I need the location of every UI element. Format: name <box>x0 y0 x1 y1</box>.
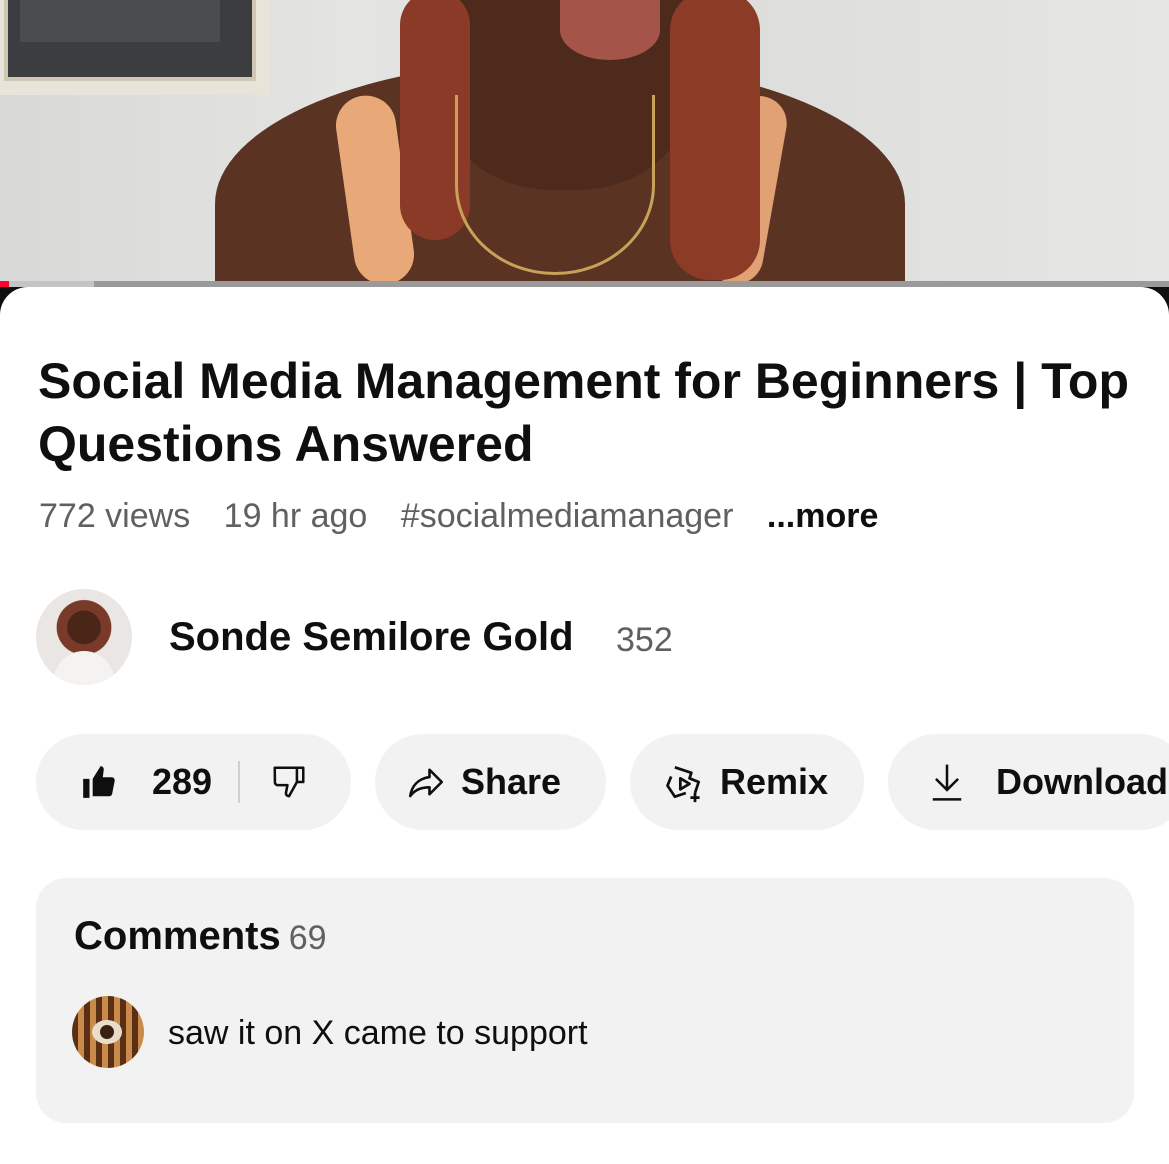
remix-icon <box>666 766 701 803</box>
video-frame-lips <box>560 0 660 60</box>
thumbs-down-icon <box>273 766 305 798</box>
like-button[interactable]: 289 <box>36 734 212 830</box>
like-divider <box>238 761 241 803</box>
remix-label: Remix <box>720 761 829 802</box>
commenter-avatar[interactable] <box>72 996 144 1068</box>
more-button[interactable]: ...more <box>767 497 878 535</box>
like-dislike-pill: 289 <box>36 734 351 830</box>
thumbs-up-filled-icon <box>83 766 115 798</box>
eye-icon <box>92 1020 122 1044</box>
like-count: 289 <box>152 761 213 802</box>
download-button[interactable]: Download <box>888 734 1169 830</box>
video-frame-hair-right <box>670 0 760 280</box>
video-frame-mirror <box>0 0 270 95</box>
upload-age: 19 hr ago <box>223 497 368 535</box>
view-count: 772 views <box>39 497 191 535</box>
subscriber-count: 352 <box>616 621 673 659</box>
video-metadata[interactable]: 772 views 19 hr ago #socialmediamanager … <box>39 497 902 536</box>
comments-header: Comments 69 <box>74 914 327 959</box>
remix-button[interactable]: Remix <box>630 734 864 830</box>
comments-count: 69 <box>288 919 327 957</box>
download-icon <box>932 764 962 801</box>
channel-row[interactable]: Sonde Semilore Gold 352 <box>36 589 836 686</box>
video-title[interactable]: Social Media Management for Beginners | … <box>38 350 1138 476</box>
action-bar: 289 Share Remix Download <box>36 734 1169 830</box>
channel-name[interactable]: Sonde Semilore Gold <box>169 615 574 660</box>
top-comment-text: saw it on X came to support <box>168 1014 588 1052</box>
video-player[interactable] <box>0 0 1169 287</box>
hashtag-link[interactable]: #socialmediamanager <box>401 497 734 535</box>
comments-panel[interactable]: Comments 69 saw it on X came to support <box>36 878 1134 1123</box>
share-button[interactable]: Share <box>375 734 606 830</box>
video-frame-necklace <box>455 95 655 275</box>
channel-avatar[interactable] <box>36 589 132 685</box>
share-arrow-icon <box>408 768 444 798</box>
comments-title: Comments <box>74 914 281 958</box>
dislike-button[interactable] <box>270 734 308 830</box>
share-label: Share <box>461 761 562 802</box>
download-label: Download <box>996 761 1168 802</box>
